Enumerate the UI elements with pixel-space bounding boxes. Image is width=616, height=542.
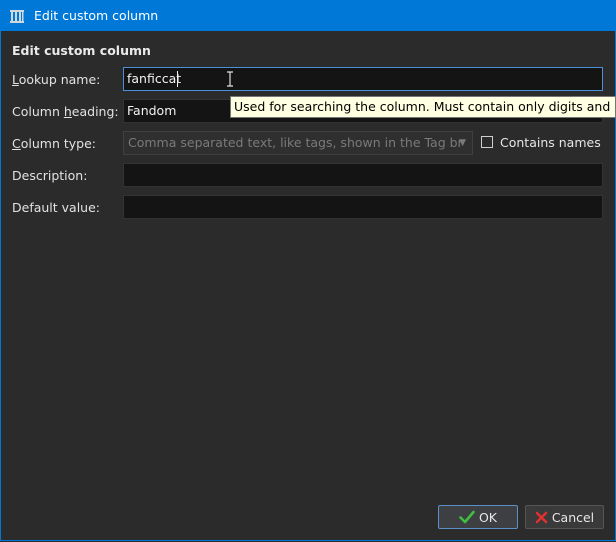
cancel-label: Cancel bbox=[551, 509, 595, 525]
column-type-select[interactable]: Comma separated text, like tags, shown i… bbox=[123, 131, 473, 155]
lookup-name-label: Lookup name: bbox=[12, 72, 101, 87]
cancel-button[interactable]: Cancel bbox=[525, 505, 604, 529]
column-type-value: Comma separated text, like tags, shown i… bbox=[128, 135, 463, 150]
contains-names-label[interactable]: Contains names bbox=[500, 135, 601, 150]
ibeam-cursor-icon bbox=[226, 71, 234, 87]
text-caret bbox=[177, 71, 178, 87]
lookup-name-tooltip: Used for searching the column. Must cont… bbox=[230, 96, 616, 118]
close-icon bbox=[535, 511, 548, 524]
ok-button[interactable]: OK bbox=[438, 505, 518, 529]
contains-names-checkbox[interactable] bbox=[481, 136, 493, 148]
default-value-label: Default value: bbox=[12, 200, 101, 215]
description-label: Description: bbox=[12, 168, 88, 183]
default-value-input[interactable] bbox=[123, 195, 603, 219]
dropdown-arrow-icon: ▼ bbox=[459, 138, 466, 148]
ok-label: OK bbox=[478, 509, 498, 525]
lookup-name-input[interactable]: fanficcat bbox=[123, 67, 603, 91]
column-type-label: Column type: bbox=[12, 136, 96, 151]
title-bar: Edit custom column bbox=[0, 0, 616, 31]
checkmark-icon bbox=[459, 510, 475, 524]
window-title: Edit custom column bbox=[34, 8, 159, 23]
column-heading-label: Column heading: bbox=[12, 104, 119, 119]
section-title: Edit custom column bbox=[12, 43, 151, 58]
library-icon bbox=[8, 7, 26, 25]
description-input[interactable] bbox=[123, 163, 603, 187]
